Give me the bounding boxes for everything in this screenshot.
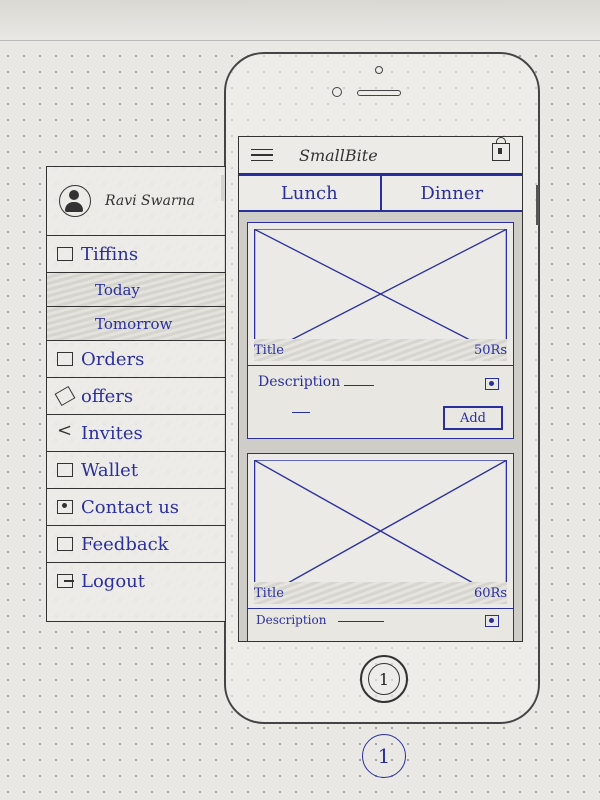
add-button[interactable]: Add [443, 406, 503, 430]
card-description: Description [256, 613, 327, 627]
drawer-item-tiffins[interactable]: Tiffins [47, 236, 225, 273]
avatar-icon [59, 185, 91, 217]
food-image-placeholder: Title 60Rs [248, 454, 513, 609]
drawer-item-logout[interactable]: Logout [47, 563, 225, 599]
camera-icon[interactable] [485, 615, 499, 627]
food-image-placeholder: Title 50Rs [248, 223, 513, 366]
tab-lunch[interactable]: Lunch [239, 174, 382, 210]
app-title: SmallBite [299, 145, 378, 165]
logout-icon [57, 574, 74, 588]
card-title: Title [254, 342, 284, 358]
drawer-item-label: Contact us [81, 496, 180, 518]
card-title: Title [254, 585, 284, 601]
home-button[interactable]: 1 [360, 655, 408, 703]
text-line [338, 621, 384, 622]
paper-edge [0, 0, 600, 41]
drawer-item-label: Wallet [81, 459, 139, 481]
text-line [344, 385, 374, 386]
profile-name: Ravi Swarna [105, 193, 196, 209]
camera-icon[interactable] [485, 378, 499, 390]
card-title-row: Title 60Rs [254, 582, 507, 604]
tag-icon [54, 385, 76, 407]
card-price: 50Rs [473, 342, 507, 358]
card-title-row: Title 50Rs [254, 339, 507, 361]
tiffin-icon [57, 247, 73, 261]
lock-icon[interactable] [492, 137, 510, 161]
drawer-item-tomorrow[interactable]: Tomorrow [47, 307, 225, 341]
drawer-item-label: Logout [81, 570, 145, 592]
text-line [292, 412, 310, 413]
wallet-icon [57, 463, 73, 477]
card-description-row: Description Add [248, 366, 513, 438]
drawer-item-label: Tomorrow [95, 314, 173, 333]
app-bar: SmallBite [239, 137, 522, 174]
feedback-icon [57, 537, 73, 551]
drawer-item-today[interactable]: Today [47, 273, 225, 307]
meal-tabs: Lunch Dinner [239, 174, 522, 212]
drawer-item-offers[interactable]: offers [47, 378, 225, 415]
drawer-item-label: Invites [81, 422, 143, 444]
camera-icon [375, 66, 383, 74]
tab-dinner[interactable]: Dinner [381, 174, 522, 210]
drawer-item-contact-us[interactable]: Contact us [47, 489, 225, 526]
food-card[interactable]: Title 50Rs Description Add [247, 222, 514, 439]
page-number: 1 [362, 734, 406, 778]
contact-icon [57, 500, 73, 514]
card-description: Description [258, 374, 341, 390]
navigation-drawer: Ravi Swarna Tiffins Today Tomorrow Order… [46, 166, 226, 622]
drawer-item-invites[interactable]: Invites [47, 415, 225, 452]
drawer-item-label: Orders [81, 348, 145, 370]
card-price: 60Rs [473, 585, 507, 601]
card-description-row: Description [248, 609, 513, 641]
drawer-item-label: offers [81, 385, 134, 407]
drawer-item-orders[interactable]: Orders [47, 341, 225, 378]
power-button [536, 185, 539, 225]
drawer-item-feedback[interactable]: Feedback [47, 526, 225, 563]
home-button-label: 1 [368, 663, 400, 695]
orders-icon [57, 352, 73, 366]
hamburger-menu-icon[interactable] [251, 148, 273, 162]
drawer-profile[interactable]: Ravi Swarna [47, 167, 225, 236]
food-card[interactable]: Title 60Rs Description [247, 453, 514, 641]
drawer-item-label: Tiffins [81, 243, 139, 265]
drawer-item-wallet[interactable]: Wallet [47, 452, 225, 489]
speaker-grille [357, 90, 401, 96]
share-icon [57, 420, 73, 441]
front-camera-icon [332, 87, 342, 97]
drawer-item-label: Feedback [81, 533, 169, 555]
food-list: Title 50Rs Description Add Title 60Rs De… [239, 212, 522, 641]
phone-screen: SmallBite Lunch Dinner Title 50Rs Descri… [238, 136, 523, 642]
drawer-item-label: Today [95, 280, 140, 299]
